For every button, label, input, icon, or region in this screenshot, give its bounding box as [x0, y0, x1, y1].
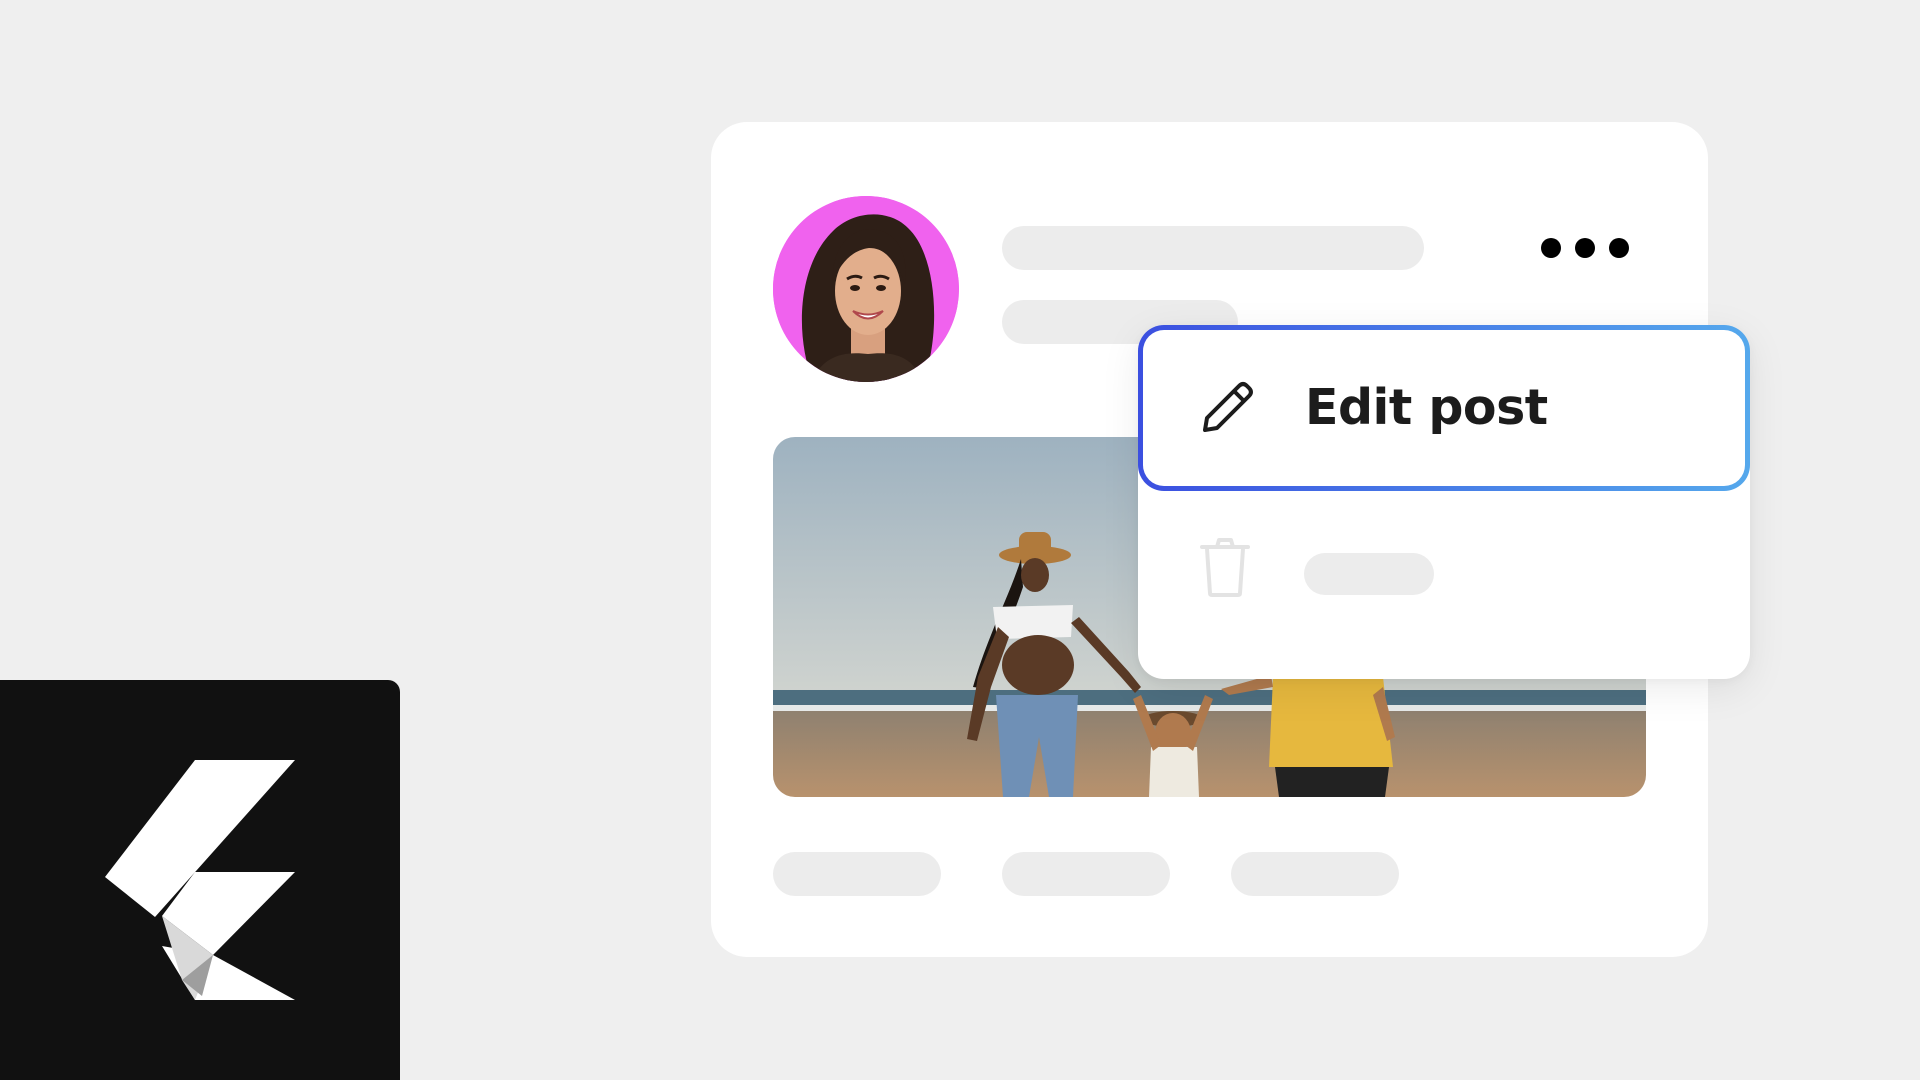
flutter-logo-icon	[105, 760, 295, 1000]
flutter-logo-tile	[0, 680, 400, 1080]
trash-icon	[1200, 538, 1250, 597]
stage: Edit post	[0, 0, 1920, 1080]
author-name-placeholder	[1002, 226, 1424, 270]
avatar[interactable]	[773, 196, 959, 382]
comment-action-placeholder[interactable]	[1002, 852, 1170, 896]
pencil-icon	[1203, 382, 1253, 432]
edit-post-label: Edit post	[1305, 379, 1548, 436]
delete-post-label-placeholder	[1304, 553, 1434, 595]
edit-post-menu-item[interactable]: Edit post	[1138, 325, 1750, 491]
post-options-menu: Edit post	[1138, 325, 1750, 679]
like-action-placeholder[interactable]	[773, 852, 941, 896]
delete-post-menu-item[interactable]	[1138, 511, 1750, 661]
more-horizontal-icon	[1541, 238, 1561, 258]
more-options-button[interactable]	[1537, 234, 1633, 262]
avatar-photo	[773, 196, 959, 382]
share-action-placeholder[interactable]	[1231, 852, 1399, 896]
